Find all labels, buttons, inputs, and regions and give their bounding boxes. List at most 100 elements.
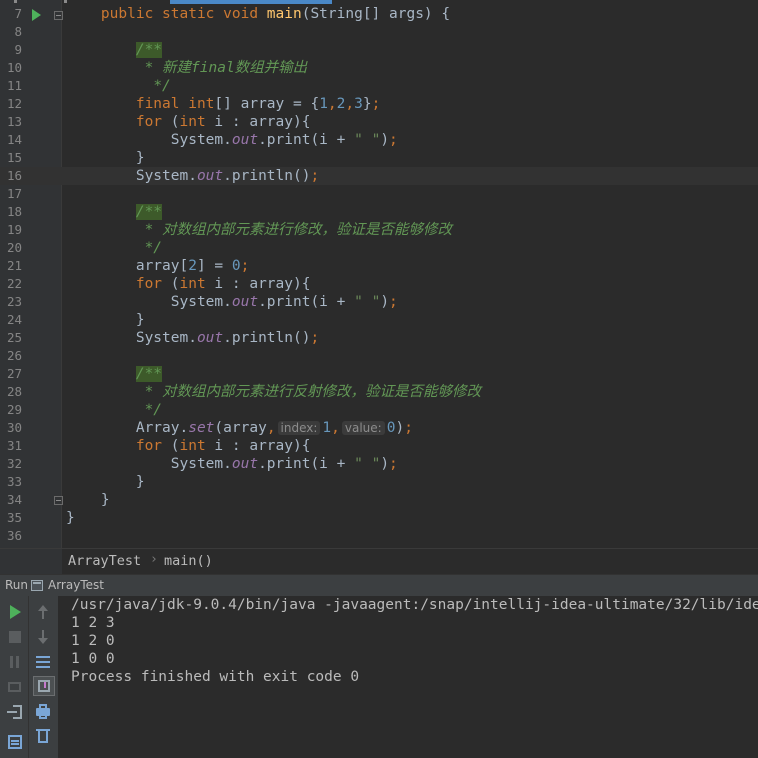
code-line[interactable]: 9 /** [0, 41, 758, 59]
code-line[interactable]: 11 */ [0, 77, 758, 95]
code-token: " " [354, 456, 381, 472]
code-token: " " [354, 132, 381, 148]
print-icon[interactable] [33, 702, 55, 722]
line-number: 22 [6, 276, 22, 291]
code-token: , [331, 420, 340, 436]
code-token: out [196, 168, 224, 184]
line-number: 36 [6, 528, 22, 543]
code-line[interactable]: 19 * 对数组内部元素进行修改，验证是否能够修改 [0, 221, 758, 239]
exit-icon[interactable] [5, 702, 27, 722]
dump-threads-icon[interactable] [5, 677, 27, 697]
soft-wrap-icon[interactable] [33, 652, 55, 672]
fold-method-icon[interactable] [54, 11, 63, 20]
run-tool-window: /usr/java/jdk-9.0.4/bin/java -javaagent:… [0, 596, 758, 758]
code-line[interactable]: 17 [0, 185, 758, 203]
code-token: */ [144, 240, 163, 256]
code-token: /** [135, 204, 163, 220]
code-line[interactable]: 15 } [0, 149, 758, 167]
code-line[interactable]: 13 for (int i : array){ [0, 113, 758, 131]
code-line[interactable]: 18 /** [0, 203, 758, 221]
tab-fragment [14, 0, 17, 3]
code-token: , [327, 96, 337, 112]
breadcrumb-class[interactable]: ArrayTest [68, 553, 141, 569]
code-line[interactable]: 36 [0, 527, 758, 545]
code-line[interactable]: 23 System.out.print(i + " "); [0, 293, 758, 311]
code-line[interactable]: 33 } [0, 473, 758, 491]
clear-all-icon[interactable] [33, 726, 55, 746]
code-text: for (int i : array){ [66, 275, 311, 293]
code-text: /** [66, 203, 163, 221]
console-output[interactable]: /usr/java/jdk-9.0.4/bin/java -javaagent:… [71, 596, 758, 758]
run-main-gutter-icon[interactable] [32, 9, 41, 21]
code-line[interactable]: 22 for (int i : array){ [0, 275, 758, 293]
code-line[interactable]: 27 /** [0, 365, 758, 383]
stop-icon[interactable] [5, 627, 27, 647]
code-line[interactable]: 10 * 新建final数组并输出 [0, 59, 758, 77]
down-arrow-icon[interactable] [33, 627, 55, 647]
code-line[interactable]: 24 } [0, 311, 758, 329]
rerun-icon[interactable] [5, 602, 27, 622]
code-line[interactable]: 28 * 对数组内部元素进行反射修改，验证是否能够修改 [0, 383, 758, 401]
scroll-to-end-icon[interactable] [33, 676, 55, 696]
console-line: 1 2 0 [71, 633, 115, 649]
code-token: main [266, 6, 302, 22]
code-token: 3 [354, 96, 363, 112]
code-token: for [135, 114, 171, 130]
code-line[interactable]: 21 array[2] = 0; [0, 257, 758, 275]
code-line[interactable]: 20 */ [0, 239, 758, 257]
code-line[interactable]: 26 [0, 347, 758, 365]
line-number: 18 [6, 204, 22, 219]
code-line[interactable]: 34 } [0, 491, 758, 509]
code-line[interactable]: 30 Array.set(array, index: 1, value: 0); [0, 419, 758, 437]
code-line[interactable]: 25 System.out.println(); [0, 329, 758, 347]
code-token: * 对数组内部元素进行反射修改，验证是否能够修改 [144, 384, 482, 400]
code-token: final int [135, 96, 215, 112]
active-tab-indicator[interactable] [170, 0, 332, 4]
code-token: System. [66, 456, 232, 472]
code-line[interactable]: 8 [0, 23, 758, 41]
code-token: ) [380, 456, 390, 472]
code-token: } [66, 510, 75, 526]
code-token: for [135, 438, 171, 454]
pause-icon[interactable] [5, 652, 27, 672]
code-token: (array [214, 420, 267, 436]
code-token: array[ [66, 258, 189, 274]
code-line[interactable]: 12 final int[] array = {1,2,3}; [0, 95, 758, 113]
line-number: 26 [6, 348, 22, 363]
code-token: ; [404, 420, 413, 436]
line-number: 19 [6, 222, 22, 237]
code-text: /** [66, 41, 163, 59]
code-text: } [66, 149, 145, 167]
code-editor[interactable]: 7 public static void main(String[] args)… [0, 0, 758, 548]
breadcrumb-method[interactable]: main() [164, 553, 213, 569]
code-line[interactable]: 35} [0, 509, 758, 527]
code-token: , [345, 96, 355, 112]
fold-method-end-icon[interactable] [54, 496, 63, 505]
code-token: System. [66, 330, 197, 346]
line-number: 7 [14, 6, 22, 21]
console-line: 1 2 3 [71, 615, 115, 631]
line-number: 32 [6, 456, 22, 471]
run-tool-window-header: Run ArrayTest [0, 574, 758, 596]
code-token: /** [135, 366, 163, 382]
run-configuration-tab[interactable]: ArrayTest [48, 578, 104, 592]
code-text: System.out.println(); [66, 329, 319, 347]
line-number: 16 [6, 168, 22, 183]
code-line[interactable]: 7 public static void main(String[] args)… [0, 5, 758, 23]
code-line[interactable]: 14 System.out.print(i + " "); [0, 131, 758, 149]
code-line[interactable]: 31 for (int i : array){ [0, 437, 758, 455]
up-arrow-icon[interactable] [33, 602, 55, 622]
line-number: 10 [6, 60, 22, 75]
code-line[interactable]: 29 */ [0, 401, 758, 419]
line-number: 15 [6, 150, 22, 165]
restore-layout-icon[interactable] [5, 732, 27, 752]
code-line[interactable]: 32 System.out.print(i + " "); [0, 455, 758, 473]
code-line[interactable]: 16 System.out.println(); [0, 167, 758, 185]
code-token: " " [354, 294, 381, 310]
